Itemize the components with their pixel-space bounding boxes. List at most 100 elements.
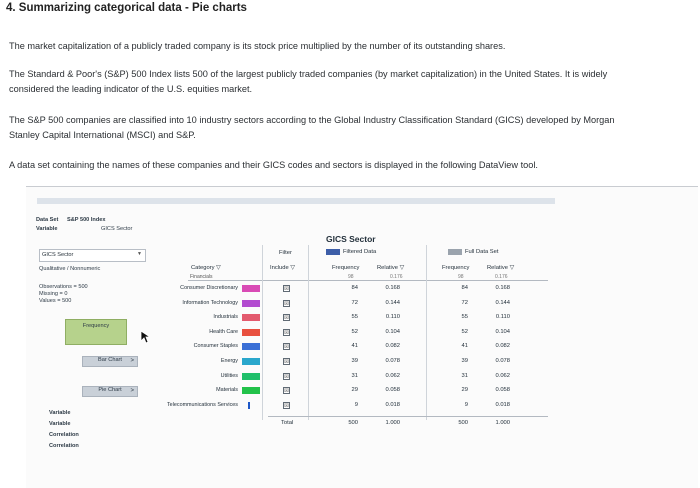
full-relative: 0.078 — [495, 358, 510, 364]
sort-icon: ▽ — [216, 265, 221, 271]
filtered-frequency: 52 — [351, 328, 358, 335]
filtered-total-frequency: 500 — [348, 420, 358, 426]
filtered-relative-header[interactable]: Relative ▽ — [377, 265, 404, 271]
data-set-value[interactable]: S&P 500 Index — [67, 217, 105, 223]
variable-value[interactable]: GICS Sector — [101, 226, 132, 232]
data-set-label: Data Set — [36, 217, 59, 223]
column-divider — [262, 245, 263, 420]
include-checkbox[interactable]: ☒ — [283, 314, 290, 322]
category-label: Materials — [216, 387, 238, 394]
filtered-frequency: 72 — [351, 299, 358, 306]
sort-icon: ▽ — [399, 265, 405, 271]
category-color-bar — [242, 299, 260, 307]
footer-variable-2[interactable]: Variable — [49, 421, 70, 427]
column-divider — [308, 245, 309, 420]
full-relative: 0.168 — [495, 285, 510, 291]
missing-count: Missing = 0 — [39, 291, 68, 297]
filtered-frequency: 55 — [351, 314, 358, 321]
full-frequency: 31 — [461, 372, 468, 379]
include-checkbox[interactable]: ☒ — [283, 358, 290, 365]
variable-select-value: GICS Sector — [42, 252, 74, 258]
full-data-label: Full Data Set — [465, 249, 499, 255]
full-frequency-header[interactable]: Frequency — [442, 265, 469, 271]
include-checkbox[interactable]: ☒ — [283, 299, 290, 307]
column-divider — [426, 245, 427, 420]
frequency-button[interactable]: Frequency — [65, 319, 127, 345]
frequency-button-label: Frequency — [82, 323, 110, 329]
full-frequency: 9 — [464, 401, 468, 408]
full-legend-swatch — [448, 249, 462, 255]
variable-select[interactable]: GICS Sector ▼ — [39, 249, 146, 262]
include-checkbox[interactable]: ☒ — [283, 328, 290, 336]
pie-chart-button-label: Pie Chart — [98, 387, 122, 393]
filtered-relative: 0.110 — [385, 314, 400, 321]
total-label: Total — [281, 420, 294, 426]
include-header[interactable]: Include ▽ — [270, 265, 295, 271]
include-checkbox[interactable]: ☒ — [283, 372, 290, 380]
full-frequency: 84 — [461, 285, 468, 291]
full-relative: 0.062 — [495, 372, 510, 379]
include-label: Include — [270, 265, 289, 271]
filtered-data-label: Filtered Data — [343, 249, 377, 255]
filtered-relative: 0.018 — [385, 401, 400, 408]
full-frequency: 41 — [461, 343, 468, 350]
footer-variable-1[interactable]: Variable — [49, 410, 70, 416]
category-label: Category — [191, 265, 215, 271]
full-relative: 0.110 — [495, 314, 510, 321]
footer-correlation-1[interactable]: Correlation — [49, 432, 79, 438]
category-color-bar — [242, 358, 260, 365]
chevron-right-icon: > — [130, 388, 134, 394]
paragraph-sp500-line2: considered the leading indicator of the … — [9, 84, 253, 94]
filtered-frequency-header[interactable]: Frequency — [332, 265, 359, 271]
chevron-right-icon: > — [130, 358, 134, 364]
filtered-relative: 0.078 — [385, 358, 400, 364]
category-header[interactable]: Category ▽ — [191, 265, 221, 271]
full-frequency: 39 — [461, 358, 468, 364]
paragraph-market-cap-text: The market capitalization of a publicly … — [9, 41, 506, 51]
filtered-relative: 0.104 — [385, 328, 400, 335]
values-count: Values = 500 — [39, 298, 72, 304]
dataview-left-panel: Data Set S&P 500 Index Variable GICS Sec… — [33, 213, 153, 473]
category-label: Utilities — [220, 372, 238, 379]
include-checkbox[interactable]: ☒ — [283, 343, 290, 351]
footer-correlation-2[interactable]: Correlation — [49, 443, 79, 449]
variable-label: Variable — [36, 226, 58, 232]
full-relative-header[interactable]: Relative ▽ — [487, 265, 514, 271]
table-title: GICS Sector — [326, 234, 376, 244]
filtered-frequency: 9 — [354, 401, 358, 408]
bar-chart-button[interactable]: Bar Chart > — [82, 356, 138, 367]
category-label: Energy — [220, 358, 238, 364]
category-label: Information Technology — [182, 299, 238, 306]
total-divider — [268, 416, 548, 417]
full-frequency: 52 — [461, 328, 468, 335]
filtered-frequency: 84 — [351, 285, 358, 291]
question-title: 4. Summarizing categorical data - Pie ch… — [6, 2, 247, 14]
paragraph-gics-line1: The S&P 500 companies are classified int… — [9, 115, 615, 125]
filter-label: Filter — [279, 250, 292, 256]
category-color-bar — [242, 343, 260, 351]
dataview-top-scrollbar[interactable] — [37, 198, 555, 204]
category-label: Industrials — [213, 314, 238, 321]
full-frequency: 72 — [461, 299, 468, 306]
pie-chart-button[interactable]: Pie Chart > — [82, 386, 138, 397]
relative-label: Relative — [377, 265, 398, 271]
observations-count: Observations = 500 — [39, 284, 88, 290]
filtered-relative: 0.058 — [385, 387, 400, 394]
category-label: Consumer Discretionary — [180, 285, 238, 291]
filtered-relative: 0.082 — [385, 343, 400, 350]
sort-icon: ▽ — [509, 265, 515, 271]
include-checkbox[interactable]: ☒ — [283, 387, 290, 395]
bar-chart-button-label: Bar Chart — [98, 357, 122, 363]
filtered-relative: 0.168 — [385, 285, 400, 291]
full-total-relative: 1.000 — [495, 420, 510, 426]
full-relative: 0.082 — [495, 343, 510, 350]
full-relative: 0.058 — [495, 387, 510, 394]
variable-type: Qualitative / Nonnumeric — [39, 266, 101, 272]
include-checkbox[interactable]: ☒ — [283, 401, 290, 409]
cursor-icon — [140, 330, 150, 344]
filtered-frequency: 31 — [351, 372, 358, 379]
include-checkbox[interactable]: ☒ — [283, 285, 290, 292]
full-total-frequency: 500 — [458, 420, 468, 426]
category-label: Health Care — [209, 328, 238, 335]
filtered-frequency: 41 — [351, 343, 358, 350]
